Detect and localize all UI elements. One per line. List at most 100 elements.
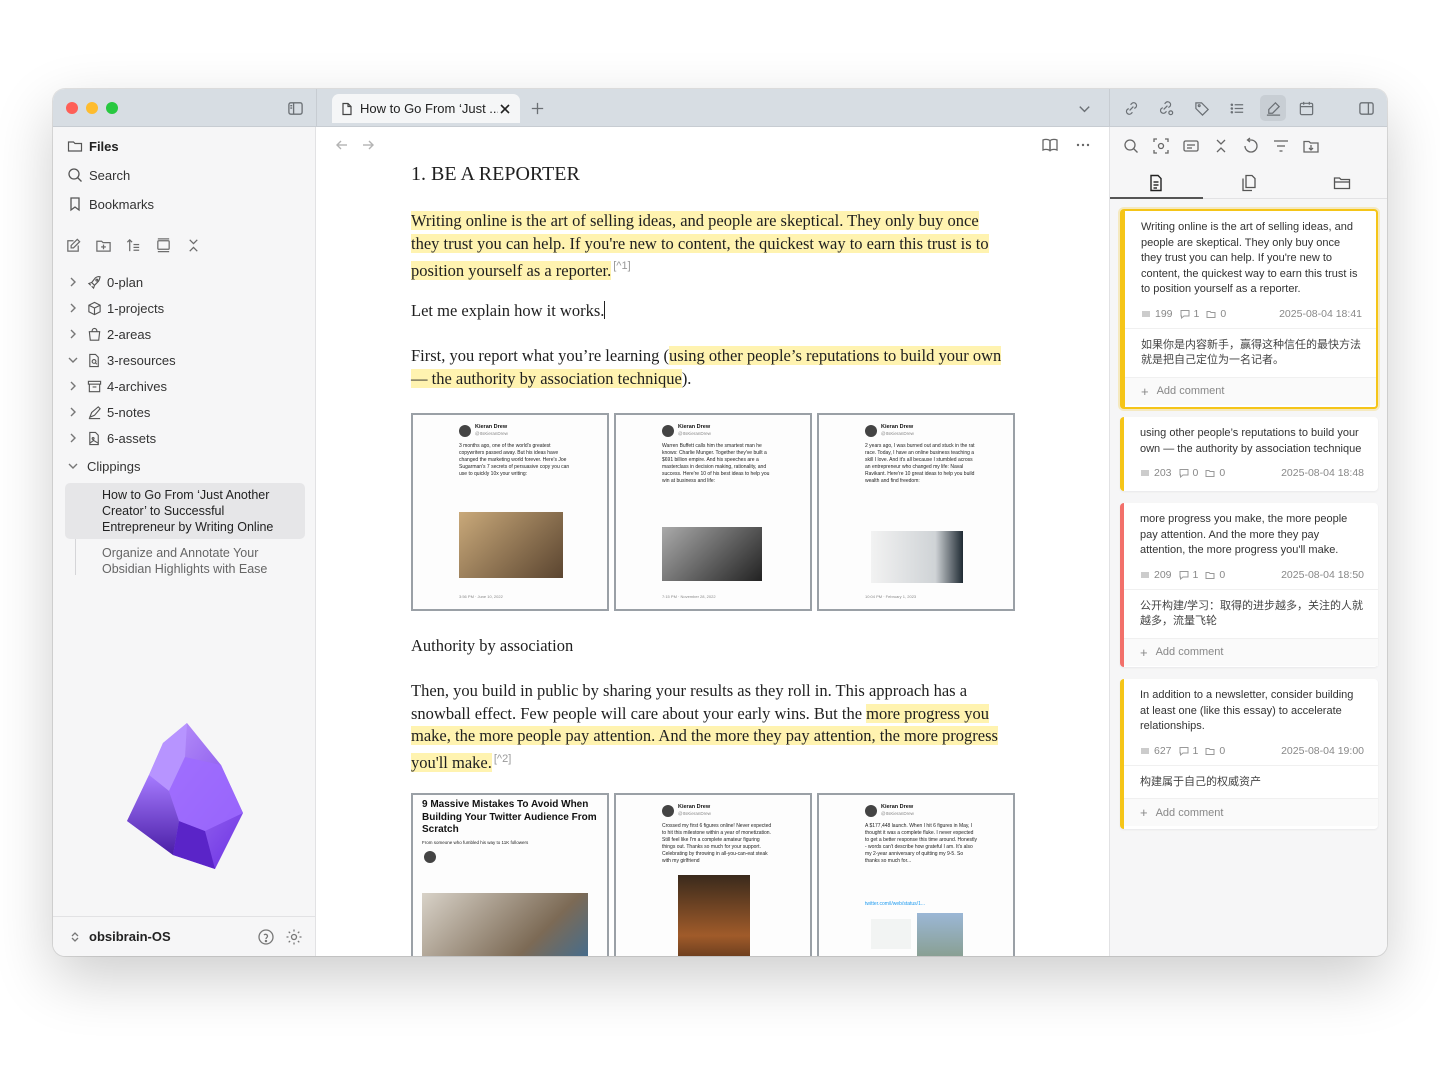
highlight-1[interactable]: Writing online is the art of selling ide… [411, 211, 989, 280]
zoom-window-button[interactable] [106, 102, 118, 114]
highlight-meta: 203 0 0 2025-08-04 18:48 [1124, 457, 1378, 479]
card-view-icon[interactable] [1182, 137, 1200, 155]
tweet-screenshot[interactable]: Kieran Drew @ItsKieranDrew A $177,448 la… [817, 793, 1015, 956]
refresh-icon[interactable] [1242, 137, 1260, 155]
new-note-icon[interactable] [65, 237, 83, 255]
search-icon[interactable] [1122, 137, 1140, 155]
link-plugin-icon[interactable] [1121, 98, 1141, 118]
bookmarks-nav[interactable]: Bookmarks [67, 193, 154, 215]
folder-clippings[interactable]: Clippings [67, 455, 140, 477]
tweet-screenshot[interactable]: Kieran Drew @ItsKieranDrew Warren Buffet… [614, 413, 812, 611]
forward-arrow-icon[interactable] [360, 137, 376, 153]
highlight-comment[interactable]: 如果你是内容新手，赢得这种信任的最快方法就是把自己定位为一名记者。 [1125, 327, 1376, 369]
help-icon[interactable] [257, 928, 275, 946]
close-tab-icon[interactable] [498, 102, 512, 116]
chevron-up-down-icon [71, 931, 79, 942]
tweet-images-row-2: 9 Massive Mistakes To Avoid When Buildin… [411, 793, 1015, 956]
add-comment-button[interactable]: + Add comment [1124, 798, 1378, 826]
close-window-button[interactable] [66, 102, 78, 114]
toggle-right-sidebar-icon[interactable] [1356, 98, 1376, 118]
tab-all-files-icon[interactable] [1239, 173, 1259, 193]
filter-icon[interactable] [1272, 137, 1290, 155]
article-screenshot[interactable]: 9 Massive Mistakes To Avoid When Buildin… [411, 793, 609, 956]
folder-label: 1-projects [107, 300, 165, 316]
add-comment-button[interactable]: + Add comment [1125, 376, 1376, 405]
tab-current-file-icon[interactable] [1146, 173, 1166, 193]
folder-6-assets[interactable]: 6-assets [67, 427, 156, 449]
auto-reveal-icon[interactable] [155, 237, 173, 255]
folder-3-resources[interactable]: 3-resources [67, 349, 176, 371]
tweet-date: 7:15 PM · November 28, 2022 [662, 594, 716, 599]
tweet-author: Kieran Drew [881, 424, 914, 430]
obsidian-logo-icon [127, 723, 243, 869]
folder-label: 5-notes [107, 404, 151, 420]
plus-icon: + [1140, 805, 1148, 820]
link-folder-icon [1205, 470, 1215, 477]
chevron-right-icon [70, 433, 76, 443]
reading-view-book-icon[interactable] [1041, 136, 1059, 154]
avatar [662, 805, 674, 817]
folder-0-plan[interactable]: 0-plan [67, 271, 143, 293]
tab-active-note[interactable]: How to Go From ‘Just ... [332, 94, 520, 123]
link-count: 0 [1220, 307, 1227, 320]
highlight-text: Writing online is the art of selling ide… [1141, 221, 1358, 295]
calendar-icon[interactable] [1296, 98, 1316, 118]
highlight-comment[interactable]: 公开构建/学习：取得的进步越多，关注的人就越多，流量飞轮 [1124, 588, 1378, 630]
link-folder-icon [1206, 310, 1216, 318]
link-settings-icon[interactable] [1156, 98, 1176, 118]
portrait-photo [459, 512, 563, 578]
highlight-card[interactable]: In addition to a newsletter, consider bu… [1120, 679, 1378, 829]
minimize-window-button[interactable] [86, 102, 98, 114]
folder-label: 6-assets [107, 430, 157, 446]
new-folder-icon[interactable] [95, 237, 113, 255]
sort-icon[interactable] [125, 237, 143, 255]
tweet-screenshot[interactable]: Kieran Drew @ItsKieranDrew 2 years ago, … [817, 413, 1015, 611]
collapse-icon[interactable] [1212, 137, 1230, 155]
clipping-note[interactable]: Organize and Annotate Your Obsidian High… [65, 541, 305, 581]
collapse-all-icon[interactable] [185, 237, 203, 255]
footnote-2[interactable]: [^2] [494, 753, 511, 765]
files-nav[interactable]: Files [67, 135, 119, 157]
focus-scan-icon[interactable] [1152, 137, 1170, 155]
tweet-screenshot[interactable]: Kieran Drew @ItsKieranDrew 3 months ago,… [411, 413, 609, 611]
chevron-down-icon [68, 463, 78, 469]
settings-gear-icon[interactable] [285, 928, 303, 946]
highlighter-icon[interactable] [1260, 95, 1286, 121]
toggle-left-sidebar-icon[interactable] [285, 98, 305, 118]
highlight-card-selected[interactable]: Writing online is the art of selling ide… [1120, 209, 1378, 409]
vault-switcher[interactable]: obsibrain-OS [53, 916, 316, 956]
tweet-screenshot[interactable]: Kieran Drew @ItsKieranDrew Crossed my fi… [614, 793, 812, 956]
dinner-photo [678, 875, 750, 956]
add-comment-button[interactable]: + Add comment [1124, 637, 1378, 666]
tab-list-chevron-icon[interactable] [1074, 98, 1094, 118]
tab-folder-icon[interactable] [1332, 173, 1352, 193]
folder-import-icon[interactable] [1302, 137, 1320, 155]
folder-5-notes[interactable]: 5-notes [67, 401, 150, 423]
word-count-icon [1141, 470, 1149, 476]
back-arrow-icon[interactable] [334, 137, 350, 153]
outline-icon[interactable] [1227, 98, 1247, 118]
chevron-down-icon [68, 357, 78, 363]
file-icon [342, 102, 352, 115]
highlight-card[interactable]: using other people’s reputations to buil… [1120, 417, 1378, 491]
search-nav[interactable]: Search [67, 164, 130, 186]
folder-icon [67, 141, 83, 152]
folder-1-projects[interactable]: 1-projects [67, 297, 164, 319]
comment-count: 1 [1193, 307, 1200, 320]
new-tab-icon[interactable] [527, 98, 547, 118]
comment-count: 0 [1192, 467, 1199, 479]
active-tab-indicator [1110, 197, 1203, 199]
more-options-icon[interactable] [1074, 136, 1092, 154]
tweet-author: Kieran Drew [881, 804, 914, 810]
tags-icon[interactable] [1192, 98, 1212, 118]
paragraph-2: Let me explain how it works. [411, 300, 1011, 323]
folder-2-areas[interactable]: 2-areas [67, 323, 151, 345]
footnote-1[interactable]: [^1] [613, 260, 630, 272]
folder-4-archives[interactable]: 4-archives [67, 375, 167, 397]
highlight-card[interactable]: more progress you make, the more people … [1120, 503, 1378, 667]
left-sidebar: Files Search Bookmarks 0-plan 1-projects [53, 127, 316, 956]
clipping-note-active[interactable]: How to Go From ‘Just Another Creator’ to… [65, 483, 305, 539]
folder-label: 0-plan [107, 274, 144, 290]
highlight-date: 2025-08-04 19:00 [1281, 744, 1364, 757]
highlight-comment[interactable]: 构建属于自己的权威资产 [1124, 764, 1378, 791]
